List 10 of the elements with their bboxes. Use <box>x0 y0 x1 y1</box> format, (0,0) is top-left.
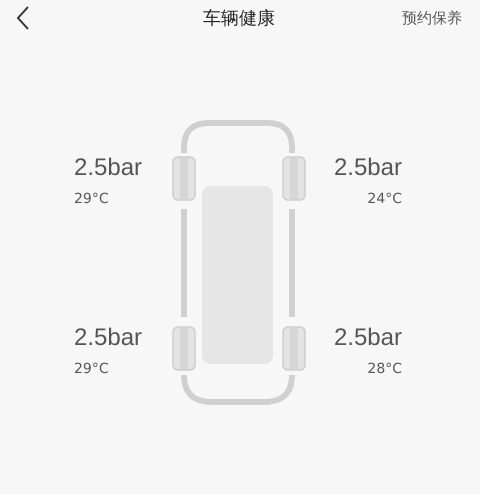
tire-pressure: 2.5bar <box>334 323 402 353</box>
tire-temperature: 29°C <box>74 360 109 379</box>
page-title: 车辆健康 <box>203 7 275 30</box>
tire-pressure: 2.5bar <box>334 153 402 183</box>
tire-temperature: 29°C <box>74 190 109 209</box>
tire-pressure: 2.5bar <box>74 323 142 353</box>
tire-temperature: 28°C <box>367 360 402 379</box>
tire-temperature: 24°C <box>367 190 402 209</box>
tire-pressure: 2.5bar <box>74 153 142 183</box>
book-maintenance-link[interactable]: 预约保养 <box>402 8 462 28</box>
